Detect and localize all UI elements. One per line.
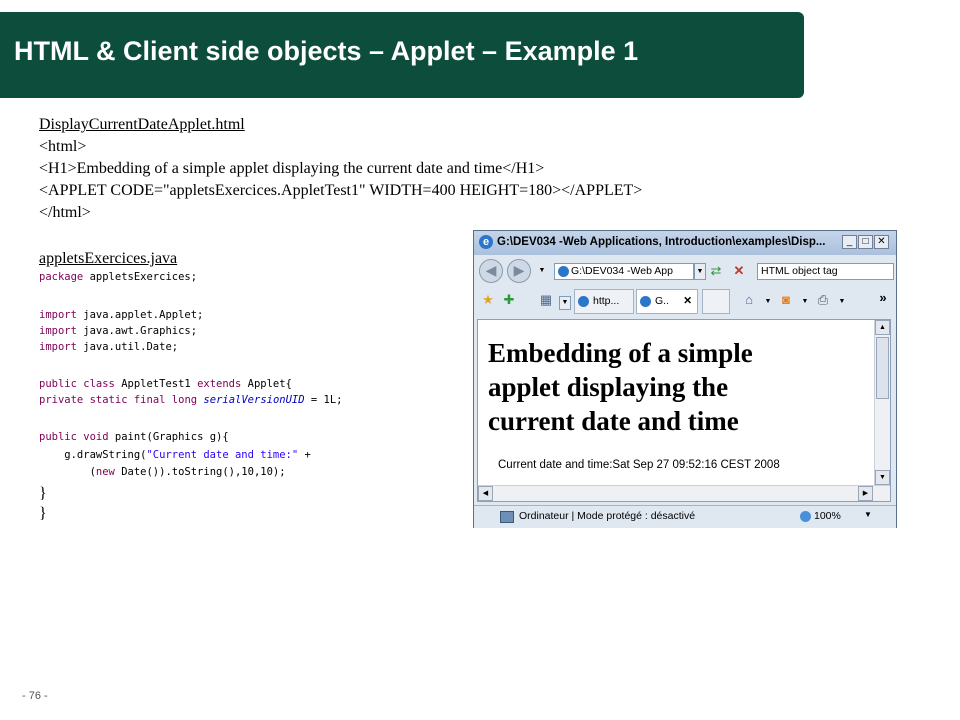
- ie-logo-icon: e: [479, 235, 493, 249]
- history-dropdown-icon[interactable]: ▼: [536, 263, 548, 280]
- java-class-line: public class AppletTest1 extends Applet{: [39, 378, 292, 390]
- java-close-brace-1: }: [39, 485, 47, 502]
- scroll-right-button[interactable]: ▶: [858, 486, 873, 501]
- html-line-4: </html>: [39, 204, 91, 221]
- navigation-bar: ◀ ▶ ▼ G:\DEV034 -Web App ▼ ⇄ ✕ HTML obje…: [474, 256, 896, 286]
- tab-bar: ★ ✚ ▦ ▼ http... G.. ✕ ⌂ ▼ ◙ ▼ ⎙ ▼ »: [474, 287, 896, 317]
- java-new-date-line: (new Date()).toString(),10,10);: [39, 466, 286, 478]
- page-heading-line-1: Embedding of a simple: [488, 338, 753, 368]
- close-window-button[interactable]: ✕: [874, 235, 889, 249]
- address-bar[interactable]: G:\DEV034 -Web App: [554, 263, 694, 280]
- slide-title-bar: HTML & Client side objects – Applet – Ex…: [0, 12, 804, 98]
- html-line-1: <html>: [39, 138, 87, 155]
- applet-output: Current date and time:Sat Sep 27 09:52:1…: [498, 459, 780, 471]
- maximize-button[interactable]: □: [858, 235, 873, 249]
- stop-icon[interactable]: ✕: [730, 263, 748, 280]
- ie-tab-icon: [640, 296, 651, 307]
- java-method-line: public void paint(Graphics g){: [39, 431, 229, 443]
- home-dropdown-icon[interactable]: ▼: [762, 296, 774, 310]
- scroll-left-button[interactable]: ◀: [478, 486, 493, 501]
- scroll-up-button[interactable]: ▲: [875, 320, 890, 335]
- computer-icon: [500, 511, 514, 523]
- page-heading: Embedding of a simple applet displaying …: [488, 336, 753, 438]
- horizontal-scrollbar[interactable]: ◀ ▶: [478, 485, 890, 501]
- java-drawstring-line: g.drawString("Current date and time:" +: [39, 449, 311, 461]
- minimize-button[interactable]: _: [842, 235, 857, 249]
- html-filename: DisplayCurrentDateApplet.html: [39, 116, 245, 133]
- browser-title-bar: e G:\DEV034 -Web Applications, Introduct…: [474, 231, 896, 255]
- ie-tab-icon: [578, 296, 589, 307]
- close-tab-icon[interactable]: ✕: [683, 290, 692, 313]
- page-content: Embedding of a simple applet displaying …: [477, 319, 891, 502]
- search-input[interactable]: HTML object tag: [757, 263, 894, 280]
- tab-current[interactable]: G.. ✕: [636, 289, 698, 314]
- feeds-icon[interactable]: ◙: [777, 292, 795, 309]
- status-bar: Ordinateur | Mode protégé : désactivé 10…: [474, 505, 896, 528]
- forward-button[interactable]: ▶: [507, 259, 531, 283]
- home-icon[interactable]: ⌂: [740, 292, 758, 309]
- address-dropdown-icon[interactable]: ▼: [694, 263, 706, 280]
- page-heading-line-2: applet displaying the: [488, 372, 729, 402]
- java-import-3: import java.util.Date;: [39, 341, 179, 353]
- scroll-thumb[interactable]: [876, 337, 889, 399]
- java-import-2: import java.awt.Graphics;: [39, 325, 198, 337]
- quick-tabs-icon[interactable]: ▦: [537, 292, 555, 309]
- slide-title: HTML & Client side objects – Applet – Ex…: [14, 36, 639, 66]
- scroll-down-button[interactable]: ▼: [875, 470, 890, 485]
- tab-list-dropdown-icon[interactable]: ▼: [559, 296, 571, 310]
- page-icon: [558, 266, 569, 277]
- browser-window: e G:\DEV034 -Web Applications, Introduct…: [473, 230, 897, 528]
- html-line-2: <H1>Embedding of a simple applet display…: [39, 160, 545, 177]
- print-dropdown-icon[interactable]: ▼: [836, 296, 848, 310]
- java-filename: appletsExercices.java: [39, 250, 178, 267]
- browser-window-title: G:\DEV034 -Web Applications, Introductio…: [497, 236, 826, 248]
- java-close-brace-2: }: [39, 505, 47, 522]
- html-line-3: <APPLET CODE="appletsExercices.AppletTes…: [39, 182, 643, 199]
- java-field-line: private static final long serialVersionU…: [39, 394, 343, 406]
- more-tools-icon[interactable]: »: [874, 290, 892, 307]
- print-icon[interactable]: ⎙: [814, 292, 832, 309]
- page-number: - 76 -: [22, 690, 48, 702]
- zoom-globe-icon: [800, 511, 811, 522]
- new-tab-button[interactable]: [702, 289, 730, 314]
- add-favorite-icon[interactable]: ✚: [500, 292, 518, 309]
- favorites-star-icon[interactable]: ★: [479, 292, 497, 309]
- java-import-1: import java.applet.Applet;: [39, 309, 204, 321]
- zoom-level[interactable]: 100%: [814, 510, 841, 522]
- refresh-icon[interactable]: ⇄: [707, 263, 725, 280]
- address-text: G:\DEV034 -Web App: [571, 265, 673, 277]
- back-button[interactable]: ◀: [479, 259, 503, 283]
- feeds-dropdown-icon[interactable]: ▼: [799, 296, 811, 310]
- tab-http[interactable]: http...: [574, 289, 634, 314]
- status-text: Ordinateur | Mode protégé : désactivé: [519, 510, 696, 522]
- page-heading-line-3: current date and time: [488, 406, 739, 436]
- java-package-line: package appletsExercices;: [39, 271, 198, 283]
- zoom-dropdown-icon[interactable]: ▼: [864, 510, 872, 519]
- vertical-scrollbar[interactable]: ▲ ▼: [874, 320, 890, 485]
